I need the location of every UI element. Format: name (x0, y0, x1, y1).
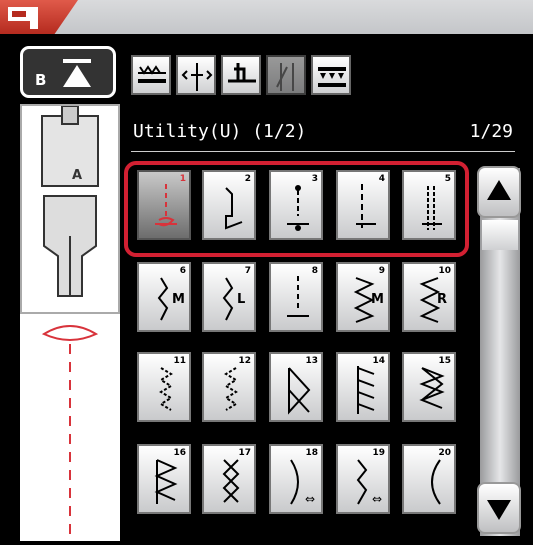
pivot-button[interactable] (221, 55, 261, 95)
stitch-pattern-icon (222, 459, 240, 503)
stitch-pattern-icon (288, 367, 311, 415)
scroll-up-button[interactable] (477, 166, 521, 218)
stitch-pattern-icon (290, 459, 299, 505)
page-title: Utility(U) (1/2) (133, 121, 307, 142)
stitch-pattern-icon (356, 459, 368, 505)
double-arrow-icon: ⇔ (372, 492, 383, 506)
presser-foot-image: A (20, 104, 120, 314)
stitch-letter: L (237, 292, 246, 307)
stitch-10-button[interactable]: 10 R (402, 262, 456, 332)
stitch-7-button[interactable]: 7L (202, 262, 256, 332)
reverse-stitch-icon (138, 65, 166, 83)
stitch-6-button[interactable]: 6M (137, 262, 191, 332)
header-divider (131, 151, 515, 152)
presser-foot-code: A (72, 168, 83, 183)
presser-foot-label: B (35, 71, 47, 89)
stitch-17-button[interactable]: 17 (202, 444, 256, 514)
stitch-pattern-icon (431, 459, 441, 505)
stitch-density-icon (318, 67, 346, 87)
needle-position-button[interactable] (176, 55, 216, 95)
needle-position-icon (181, 63, 213, 91)
stitch-pattern-icon (357, 366, 375, 414)
stitch-preview-icon (41, 325, 99, 541)
stitch-16-button[interactable]: 16 (137, 444, 191, 514)
scroll-down-button[interactable] (477, 482, 521, 534)
stitch-19-button[interactable]: 19 ⇔ (336, 444, 390, 514)
stitch-density-button[interactable] (311, 55, 351, 95)
pivot-icon (228, 63, 256, 83)
sewing-machine-icon (8, 7, 38, 29)
stitch-letter: R (437, 292, 448, 307)
scrollbar-thumb[interactable] (482, 220, 518, 250)
stitch-9-button[interactable]: 9M (336, 262, 390, 332)
stitch-letter: M (371, 292, 384, 307)
stitch-11-button[interactable]: 11 (137, 352, 191, 422)
arrow-down-icon (487, 500, 511, 520)
stitch-pattern-icon (154, 459, 178, 504)
stitch-pattern-icon (419, 367, 445, 409)
stitch-pattern-icon (222, 277, 234, 321)
stitch-pattern-icon (419, 277, 441, 323)
stitch-18-button[interactable]: 18 ⇔ (269, 444, 323, 514)
double-arrow-icon: ⇔ (305, 492, 316, 506)
stitch-15-button[interactable]: 15 (402, 352, 456, 422)
twin-needle-button[interactable] (266, 55, 306, 95)
page-indicator: 1/29 (469, 121, 513, 142)
stitch-14-button[interactable]: 14 (336, 352, 390, 422)
twin-needle-icon (276, 63, 294, 91)
presser-foot-button[interactable]: B (20, 46, 116, 98)
stitch-13-button[interactable]: 13 (269, 352, 323, 422)
stitch-20-button[interactable]: 20 (402, 444, 456, 514)
stitch-preview (20, 314, 120, 541)
stitch-pattern-icon (224, 367, 238, 411)
foot-up-arrow-icon (63, 59, 91, 87)
stitch-12-button[interactable]: 12 (202, 352, 256, 422)
stitch-pattern-icon (159, 367, 173, 411)
stitch-pattern-icon (287, 276, 309, 317)
stitch-8-button[interactable]: 8 (269, 262, 323, 332)
stitch-letter: M (172, 292, 185, 307)
selection-highlight (124, 161, 469, 257)
presser-foot-icon (41, 105, 99, 297)
reverse-stitch-button[interactable] (131, 55, 171, 95)
top-bar (0, 0, 533, 34)
arrow-up-icon (487, 180, 511, 200)
left-panel: B A (20, 46, 120, 541)
